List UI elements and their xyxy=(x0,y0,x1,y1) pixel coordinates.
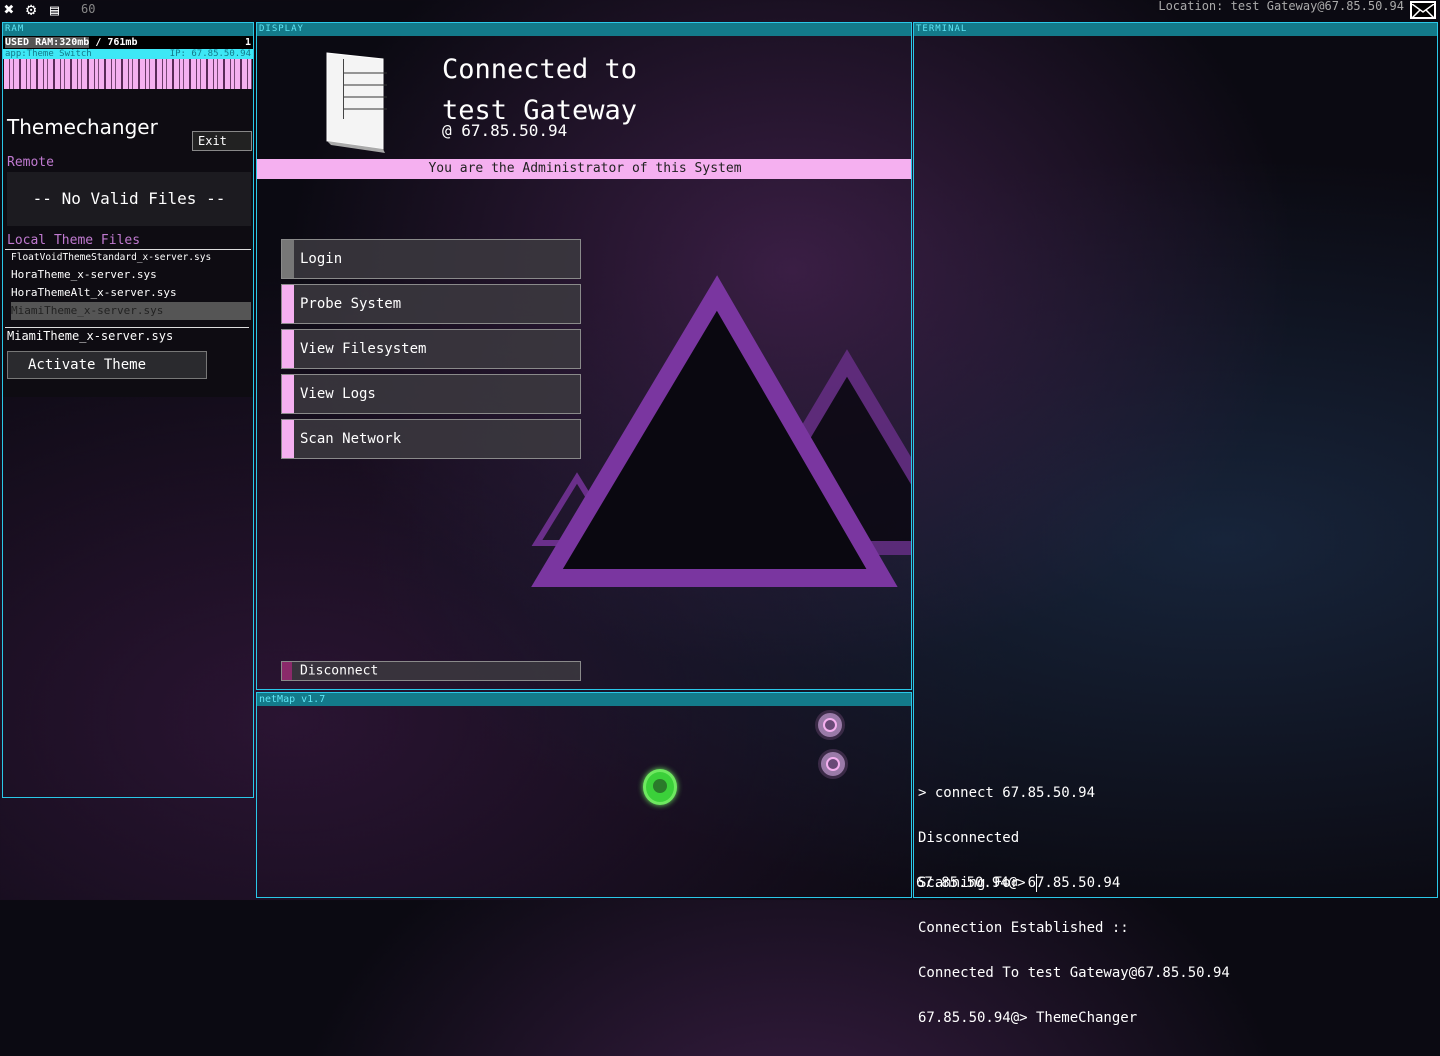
remote-label: Remote xyxy=(7,155,54,170)
terminal-panel[interactable]: TERMINAL > connect 67.85.50.94 Disconnec… xyxy=(913,22,1438,1026)
file-item[interactable]: HoraTheme_x-server.sys xyxy=(5,266,251,284)
close-icon[interactable]: ✖ xyxy=(4,0,14,20)
terminal-line: Connected To test Gateway@67.85.50.94 xyxy=(918,965,1230,981)
ram-count: 1 xyxy=(244,37,251,48)
view-logs-button[interactable]: View Logs xyxy=(281,374,581,414)
save-icon[interactable]: ▤ xyxy=(50,0,59,20)
netmap-header: netMap v1.7 xyxy=(257,693,911,706)
login-button[interactable]: Login xyxy=(281,239,581,279)
ram-total: / 761mb xyxy=(95,37,138,48)
file-item[interactable]: FloatVoidThemeStandard_x-server.sys xyxy=(5,250,251,266)
network-node[interactable] xyxy=(815,710,845,740)
app-barcode xyxy=(4,59,252,89)
connection-title: Connected to test Gateway xyxy=(442,49,637,131)
file-item[interactable]: HoraThemeAlt_x-server.sys xyxy=(5,284,251,302)
ram-panel: RAM USED RAM:320mb / 761mb 1 app:Theme S… xyxy=(2,22,254,798)
terminal-line: > connect 67.85.50.94 xyxy=(918,785,1096,801)
scan-label: Scan Network xyxy=(300,431,402,447)
terminal-cursor xyxy=(1035,874,1037,892)
netmap-panel: netMap v1.7 xyxy=(256,692,912,898)
file-list[interactable]: FloatVoidThemeStandard_x-server.sys Hora… xyxy=(5,249,251,320)
logs-label: View Logs xyxy=(300,386,376,402)
terminal-line: 67.85.50.94@> ThemeChanger xyxy=(918,1010,1138,1026)
scan-network-button[interactable]: Scan Network xyxy=(281,419,581,459)
terminal-input[interactable]: 67.85.50.94@> xyxy=(916,874,1037,892)
app-title: Themechanger xyxy=(7,115,158,139)
network-node[interactable] xyxy=(818,749,848,779)
terminal-line: Disconnected xyxy=(918,830,1020,846)
used-value: 320mb xyxy=(59,37,90,48)
selected-file: MiamiTheme_x-server.sys xyxy=(7,329,174,343)
login-label: Login xyxy=(300,251,343,267)
used-label: USED RAM: xyxy=(5,37,60,48)
top-bar: ✖ ⚙ ▤ 60 Location: test Gateway@67.85.50… xyxy=(0,0,1440,20)
local-files-label: Local Theme Files xyxy=(7,233,141,248)
no-files-message: -- No Valid Files -- xyxy=(7,172,251,226)
file-item-selected[interactable]: MiamiTheme_x-server.sys xyxy=(11,302,251,320)
app-name: app:Theme Switch xyxy=(5,49,92,59)
ram-header: RAM xyxy=(3,23,253,36)
envelope-icon[interactable] xyxy=(1410,1,1436,19)
probe-label: Probe System xyxy=(300,296,402,312)
terminal-line: Connection Established :: xyxy=(918,920,1129,936)
connected-line1: Connected to xyxy=(442,54,638,85)
connection-ip: @ 67.85.50.94 xyxy=(442,121,568,140)
home-node[interactable] xyxy=(643,769,677,805)
terminal-prompt: 67.85.50.94@> xyxy=(916,875,1026,891)
themechanger-app: app:Theme Switch IP: 67.85.50.94 Themecha… xyxy=(3,49,253,397)
triangles-decoration xyxy=(531,275,911,587)
filesystem-label: View Filesystem xyxy=(300,341,427,357)
terminal-output: > connect 67.85.50.94 Disconnected Scann… xyxy=(918,756,1230,1056)
server-icon xyxy=(326,52,387,153)
admin-banner: You are the Administrator of this System xyxy=(257,159,911,179)
exit-button[interactable]: Exit xyxy=(192,131,252,151)
ram-usage: USED RAM:320mb / 761mb 1 xyxy=(3,36,253,49)
ram-used-label: USED RAM:320mb xyxy=(5,37,90,48)
disconnect-label: Disconnect xyxy=(300,663,379,679)
display-panel: DISPLAY Connected to test Gateway @ 67.8… xyxy=(256,22,912,690)
fps-counter: 60 xyxy=(81,2,96,16)
view-filesystem-button[interactable]: View Filesystem xyxy=(281,329,581,369)
gear-icon[interactable]: ⚙ xyxy=(26,0,36,20)
disconnect-button[interactable]: Disconnect xyxy=(281,661,581,681)
activate-theme-button[interactable]: Activate Theme xyxy=(7,351,207,379)
app-titlebar: app:Theme Switch IP: 67.85.50.94 xyxy=(3,49,253,59)
app-ip: IP: 67.85.50.94 xyxy=(169,49,251,59)
terminal-header: TERMINAL xyxy=(914,23,1437,36)
location-text: Location: test Gateway@67.85.50.94 xyxy=(1158,0,1404,13)
display-header: DISPLAY xyxy=(257,23,911,36)
probe-system-button[interactable]: Probe System xyxy=(281,284,581,324)
